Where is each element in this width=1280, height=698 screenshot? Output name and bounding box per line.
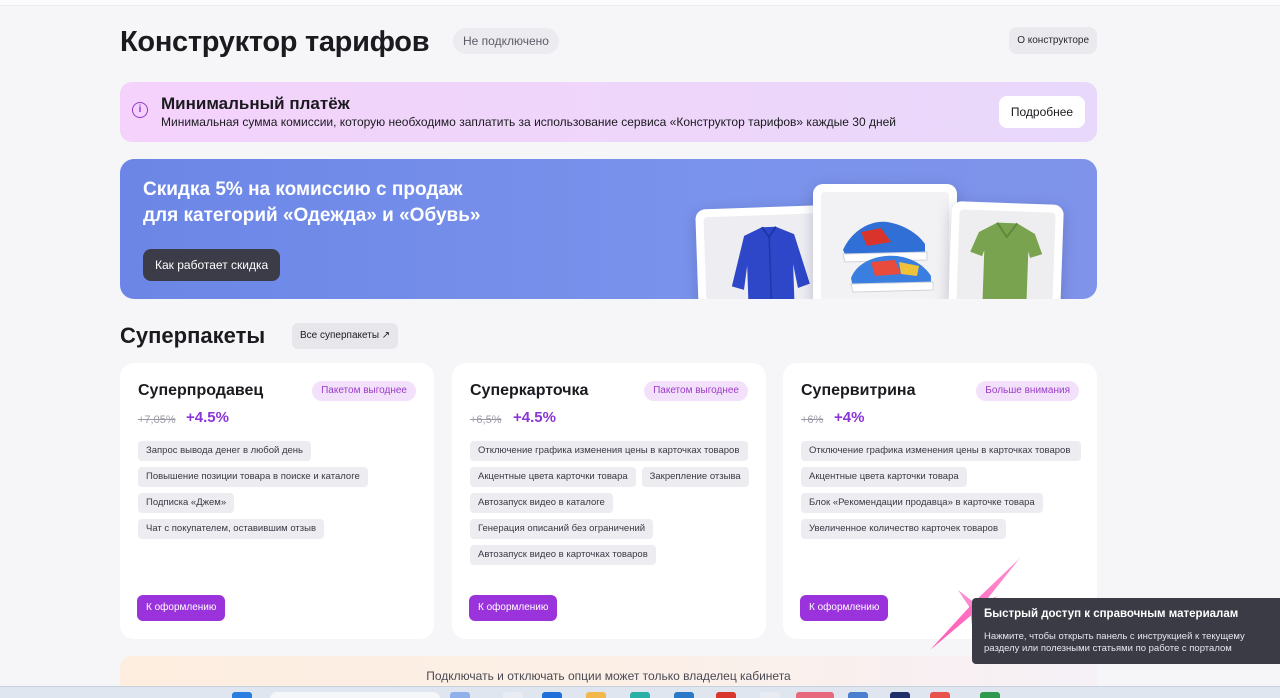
- feature-chip: Отключение графика изменения цены в карт…: [801, 441, 1081, 461]
- feature-list: Отключение графика изменения цены в карт…: [470, 441, 752, 565]
- windows-start-icon[interactable]: [232, 692, 252, 698]
- status-badge: Не подключено: [453, 28, 559, 54]
- feature-chip: Автозапуск видео в каталоге: [470, 493, 613, 513]
- help-tooltip[interactable]: Быстрый доступ к справочным материалам Н…: [972, 598, 1280, 664]
- banner-text: Минимальная сумма комиссии, которую необ…: [161, 115, 896, 129]
- order-button[interactable]: К оформлению: [800, 595, 889, 621]
- page-title: Конструктор тарифов: [120, 26, 430, 58]
- how-discount-works-button[interactable]: Как работает скидка: [143, 249, 281, 281]
- order-button[interactable]: К оформлению: [469, 595, 558, 621]
- feature-list: Отключение графика изменения цены в карт…: [801, 441, 1083, 539]
- sneakers-image: [821, 192, 949, 299]
- sneakers-photo: [813, 184, 957, 299]
- feature-chip: Генерация описаний без ограничений: [470, 519, 654, 539]
- about-constructor-button[interactable]: О конструкторе: [1009, 27, 1097, 54]
- promo-title-line2: для категорий «Одежда» и «Обувь»: [143, 205, 481, 226]
- card-badge: Больше внимания: [976, 381, 1079, 401]
- app-icon[interactable]: [980, 692, 1000, 698]
- feature-chip: Запрос вывода денег в любой день: [138, 441, 311, 461]
- os-taskbar: [0, 686, 1280, 698]
- all-superpackages-link[interactable]: Все суперпакеты ↗: [292, 323, 399, 349]
- feature-chip: Отключение графика изменения цены в карт…: [470, 441, 748, 461]
- new-price: +4.5%: [513, 409, 556, 426]
- new-price: +4.5%: [186, 409, 229, 426]
- app-icon[interactable]: [890, 692, 910, 698]
- page-header: Конструктор тарифов Не подключено О конс…: [120, 24, 1097, 60]
- sneakers-icon: [821, 192, 949, 299]
- minimum-payment-banner: i Минимальный платёж Минимальная сумма к…: [120, 82, 1097, 142]
- app-icon[interactable]: [450, 692, 470, 698]
- feature-list: Запрос вывода денег в любой день Повышен…: [138, 441, 420, 539]
- tooltip-text: Нажмите, чтобы открыть панель с инструкц…: [984, 631, 1245, 654]
- old-price: +7,05%: [138, 414, 176, 426]
- feature-chip: Чат с покупателем, оставившим отзыв: [138, 519, 325, 539]
- new-price: +4%: [834, 409, 865, 426]
- feature-chip: Блок «Рекомендации продавца» в карточке …: [801, 493, 1043, 513]
- more-details-button[interactable]: Подробнее: [999, 96, 1085, 128]
- app-icon[interactable]: [630, 692, 650, 698]
- feature-chip: Увеличенное количество карточек товаров: [801, 519, 1007, 539]
- promo-title-line1: Скидка 5% на комиссию с продаж: [143, 179, 463, 200]
- old-price: +6,5%: [470, 414, 502, 426]
- app-icon[interactable]: [760, 692, 780, 698]
- card-title: Суперкарточка: [470, 382, 589, 399]
- old-price: +6%: [801, 414, 824, 426]
- feature-chip: Акцентные цвета карточки товара: [801, 467, 967, 487]
- polo-photo: [948, 201, 1064, 299]
- folder-icon[interactable]: [586, 692, 606, 698]
- tooltip-title: Быстрый доступ к справочным материалам: [984, 608, 1239, 620]
- feature-chip: Закрепление отзыва: [641, 467, 749, 487]
- taskbar-search-icon[interactable]: [270, 692, 440, 698]
- promo-banner: Скидка 5% на комиссию с продаж для катег…: [120, 159, 1097, 299]
- app-icon[interactable]: [542, 692, 562, 698]
- feature-chip: Автозапуск видео в карточках товаров: [470, 545, 656, 565]
- card-badge: Пакетом выгоднее: [644, 381, 748, 401]
- section-title: Суперпакеты: [120, 323, 266, 348]
- polo-image: [956, 209, 1056, 299]
- feature-chip: Подписка «Джем»: [138, 493, 235, 513]
- app-icon[interactable]: [848, 692, 868, 698]
- card-badge: Пакетом выгоднее: [312, 381, 416, 401]
- card-title: Супервитрина: [801, 382, 916, 399]
- feature-chip: Повышение позиции товара в поиске и ката…: [138, 467, 368, 487]
- app-icon[interactable]: [716, 692, 736, 698]
- card-title: Суперпродавец: [138, 382, 264, 399]
- info-icon: i: [132, 102, 148, 118]
- browser-icon[interactable]: [796, 692, 834, 698]
- feature-chip: Акцентные цвета карточки товара: [470, 467, 636, 487]
- app-icon[interactable]: [930, 692, 950, 698]
- package-card: Суперпродавец Пакетом выгоднее +7,05% +4…: [120, 363, 434, 639]
- promo-title: Скидка 5% на комиссию с продаж для катег…: [143, 177, 563, 229]
- package-card: Суперкарточка Пакетом выгоднее +6,5% +4.…: [452, 363, 766, 639]
- green-polo-icon: [956, 209, 1056, 299]
- banner-title: Минимальный платёж: [161, 94, 350, 113]
- app-icon[interactable]: [503, 692, 523, 698]
- order-button[interactable]: К оформлению: [137, 595, 226, 621]
- top-edge: [0, 0, 1280, 6]
- app-icon[interactable]: [674, 692, 694, 698]
- owner-notice: Подключать и отключать опции может тольк…: [120, 656, 1097, 686]
- owner-notice-text: Подключать и отключать опции может тольк…: [426, 669, 791, 683]
